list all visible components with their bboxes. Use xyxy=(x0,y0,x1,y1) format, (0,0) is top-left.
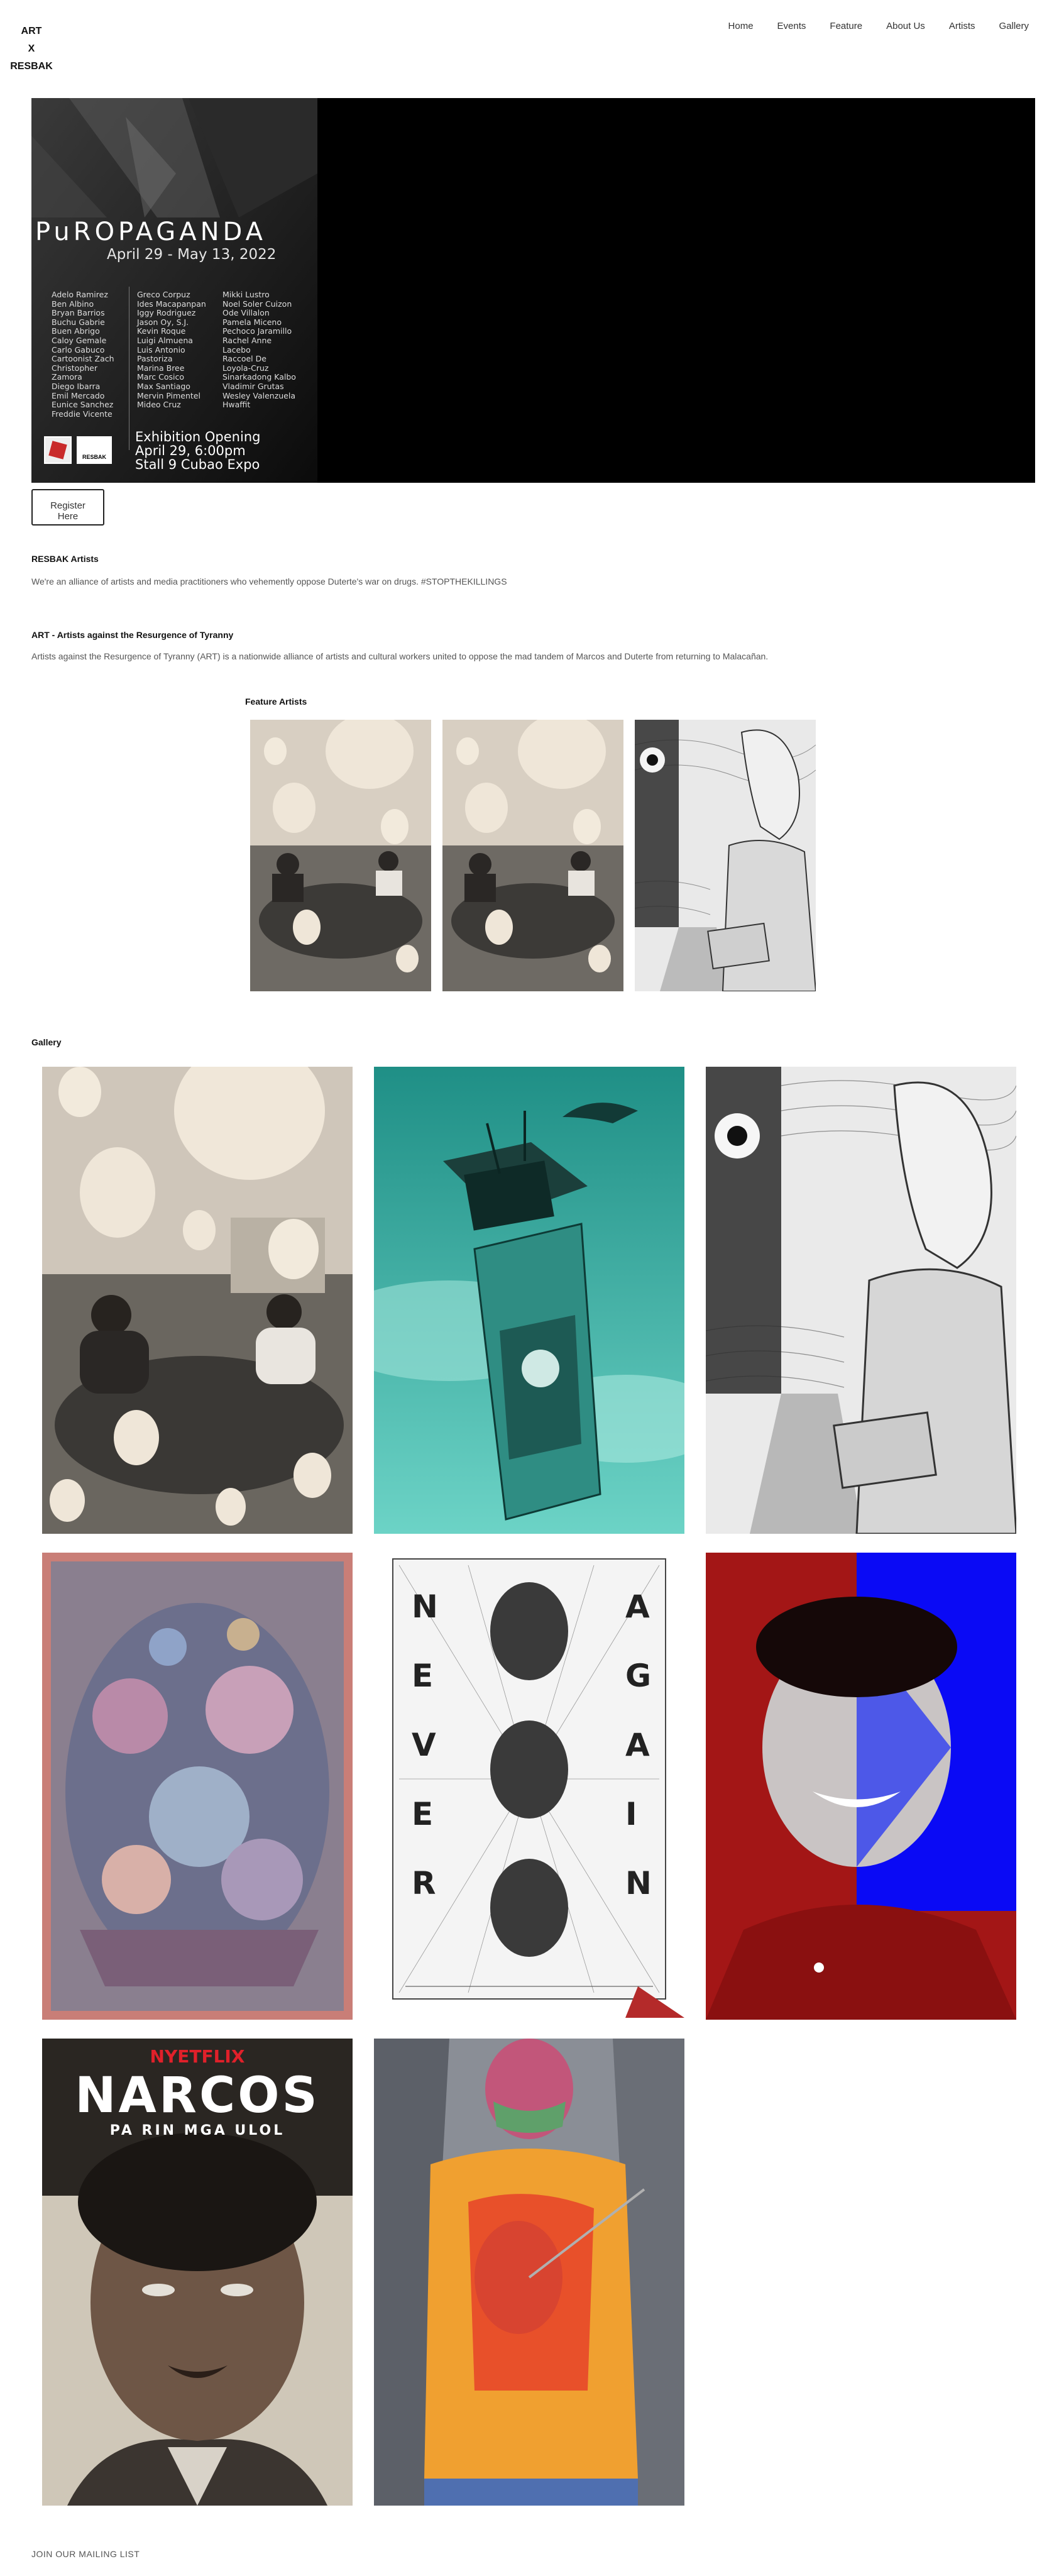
artist-name: Kevin Roque xyxy=(137,326,186,336)
never-letters-left: N E V E R xyxy=(412,1590,438,1900)
artist-name: Luigi Almuena xyxy=(137,335,193,345)
artist-name: Mervin Pimentel xyxy=(137,390,200,400)
again-letters-right: A G A I N xyxy=(625,1590,652,1900)
artist-name: Ben Albino xyxy=(52,299,94,309)
art-heading: ART - Artists against the Resurgence of … xyxy=(31,630,234,640)
artist-name: Greco Corpuz xyxy=(137,290,190,299)
artist-name: Buen Abrigo xyxy=(52,326,100,336)
letter-a: A xyxy=(625,1588,650,1625)
artist-name: Eunice Sanchez xyxy=(52,400,114,410)
feature-artists-row xyxy=(250,720,816,991)
artist-name: Jason Oy, S.J. xyxy=(137,317,189,327)
gallery-artwork-narcos[interactable]: NYETFLIX NARCOS PA RIN MGA ULOL xyxy=(42,2039,353,2506)
resbak-heading: RESBAK Artists xyxy=(31,554,99,564)
opening-venue: Stall 9 Cubao Expo xyxy=(135,457,260,472)
letter-e2: E xyxy=(412,1796,434,1832)
artist-name: Adelo Ramirez xyxy=(52,290,108,299)
letter-g: G xyxy=(625,1658,652,1694)
artist-name: Ode Villalon xyxy=(222,308,270,318)
artist-name: Cartoonist Zach xyxy=(52,354,114,364)
banner-artist-list: Adelo Ramirez Ben Albino Bryan Barrios Buch… xyxy=(52,290,297,419)
site-logo[interactable]: ART X RESBAK xyxy=(9,23,54,75)
nav-gallery[interactable]: Gallery xyxy=(999,19,1029,34)
letter-e: E xyxy=(412,1658,434,1694)
artist-name: Caloy Gemale xyxy=(52,335,107,345)
nav-about-us[interactable]: About Us xyxy=(886,19,925,34)
gallery-artwork-eggs[interactable] xyxy=(42,1067,353,1534)
artist-name: Mikki Lustro xyxy=(222,290,270,299)
register-button[interactable]: Register Here xyxy=(31,489,104,526)
gallery-heading: Gallery xyxy=(31,1037,62,1047)
artist-name: Luis Antonio Pastoriza xyxy=(137,344,185,364)
nav-artists[interactable]: Artists xyxy=(949,19,975,34)
gallery-artwork-crucified-figure[interactable] xyxy=(374,2039,684,2506)
artist-name: Rachel Anne Lacebo xyxy=(222,335,272,355)
nav-events[interactable]: Events xyxy=(777,19,806,34)
artist-name: Max Santiago xyxy=(137,381,190,391)
letter-r: R xyxy=(412,1865,436,1902)
artist-column-3: Mikki Lustro Noel Soler Cuizon Ode Villalo… xyxy=(222,290,297,419)
gallery-artwork-horse[interactable] xyxy=(706,1067,1016,1534)
artist-name: Buchu Gabrie xyxy=(52,317,105,327)
letter-a2: A xyxy=(625,1727,650,1763)
narcos-brand: NYETFLIX xyxy=(150,2046,245,2067)
nav-feature[interactable]: Feature xyxy=(830,19,862,34)
artist-name: Sinarkadong Kalbo xyxy=(222,372,296,382)
gallery-artwork-surreal[interactable] xyxy=(42,1553,353,2020)
exhibition-opening-info: Exhibition Opening April 29, 6:00pm Stal… xyxy=(135,430,260,471)
banner-title: PuROPAGANDA xyxy=(35,217,267,246)
artist-name: Freddie Vicente xyxy=(52,409,112,419)
register-label-line1: Register xyxy=(50,500,85,511)
artist-column-2: Greco Corpuz Ides Macapanpan Iggy Rodrigue… xyxy=(137,290,211,419)
art-logo-icon xyxy=(44,436,72,464)
banner-dates: April 29 - May 13, 2022 xyxy=(107,246,277,263)
artist-name: Mideo Cruz xyxy=(137,400,181,410)
logo-line-x: X xyxy=(28,43,35,54)
opening-datetime: April 29, 6:00pm xyxy=(135,443,246,458)
artist-name: Diego Ibarra xyxy=(52,381,101,391)
narcos-title: NARCOS xyxy=(75,2067,320,2124)
feature-artwork-eggs-1[interactable] xyxy=(250,720,431,991)
artist-name: Iggy Rodriguez xyxy=(137,308,196,318)
opening-label: Exhibition Opening xyxy=(135,429,261,444)
logo-line-resbak: RESBAK xyxy=(10,61,53,72)
artist-name: Wesley Valenzuela xyxy=(222,390,295,400)
artist-name: Marc Cosico xyxy=(137,372,185,382)
art-description: Artists against the Resurgence of Tyrann… xyxy=(31,651,769,661)
resbak-logo: RESBAK xyxy=(77,436,112,464)
artist-name: Marina Bree xyxy=(137,363,185,373)
letter-n: N xyxy=(412,1588,438,1625)
artist-name: Noel Soler Cuizon xyxy=(222,299,292,309)
feature-artists-heading: Feature Artists xyxy=(245,696,307,707)
nav-home[interactable]: Home xyxy=(728,19,754,34)
banner-logos: RESBAK xyxy=(44,436,112,464)
artist-name: Hwaffit xyxy=(222,400,251,410)
artist-name: Pechoco Jaramillo xyxy=(222,326,292,336)
artist-name: Carlo Gabuco xyxy=(52,344,105,355)
letter-n2: N xyxy=(625,1865,652,1902)
artist-name: Emil Mercado xyxy=(52,390,105,400)
letter-v: V xyxy=(412,1727,436,1763)
artist-name: Raccoel De Loyola-Cruz xyxy=(222,354,269,373)
logo-line-art: ART xyxy=(21,26,42,36)
feature-artwork-eggs-2[interactable] xyxy=(442,720,623,991)
gallery-artwork-podium[interactable] xyxy=(374,1067,684,1534)
artist-name: Pamela Miceno xyxy=(222,317,282,327)
artist-name: Bryan Barrios xyxy=(52,308,105,318)
artist-column-1: Adelo Ramirez Ben Albino Bryan Barrios Buch… xyxy=(52,290,126,419)
main-nav: Home Events Feature About Us Artists Gal… xyxy=(705,19,1029,34)
gallery-artwork-never-again[interactable]: N E V E R A G A I N xyxy=(374,1553,684,2020)
gallery-artwork-red-blue-portrait[interactable] xyxy=(706,1553,1016,2020)
artist-name: Vladimir Grutas xyxy=(222,381,284,391)
letter-i: I xyxy=(625,1796,637,1832)
feature-artwork-horse[interactable] xyxy=(635,720,816,991)
narcos-subtitle: PA RIN MGA ULOL xyxy=(109,2123,285,2138)
exhibition-banner: PuROPAGANDA April 29 - May 13, 2022 Adel… xyxy=(31,98,1035,483)
register-label-line2: Here xyxy=(57,511,79,522)
mailing-list-link[interactable]: JOIN OUR MAILING LIST xyxy=(31,2549,140,2559)
resbak-description: We're an alliance of artists and media p… xyxy=(31,576,507,586)
artist-name: Christopher Zamora xyxy=(52,363,98,382)
artist-name: Ides Macapanpan xyxy=(137,299,206,309)
